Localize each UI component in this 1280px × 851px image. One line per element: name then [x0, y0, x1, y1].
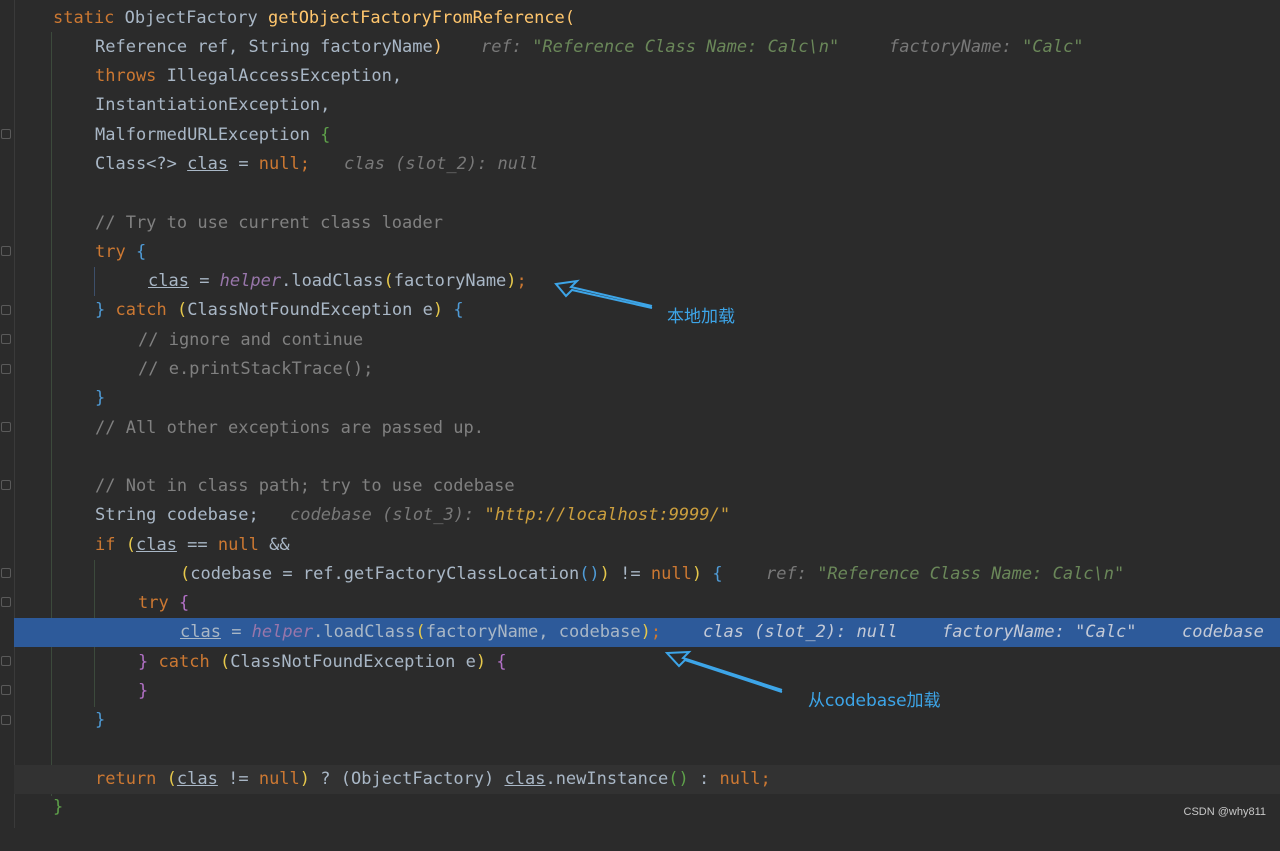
- annotation-local-load: 本地加载: [667, 307, 735, 327]
- watermark: CSDN @why811: [1183, 806, 1267, 818]
- arrow-local-load: [554, 279, 653, 309]
- arrow-codebase-load: [664, 650, 783, 693]
- annotation-codebase-load: 从codebase加载: [808, 691, 941, 711]
- annotation-arrows: [554, 279, 783, 693]
